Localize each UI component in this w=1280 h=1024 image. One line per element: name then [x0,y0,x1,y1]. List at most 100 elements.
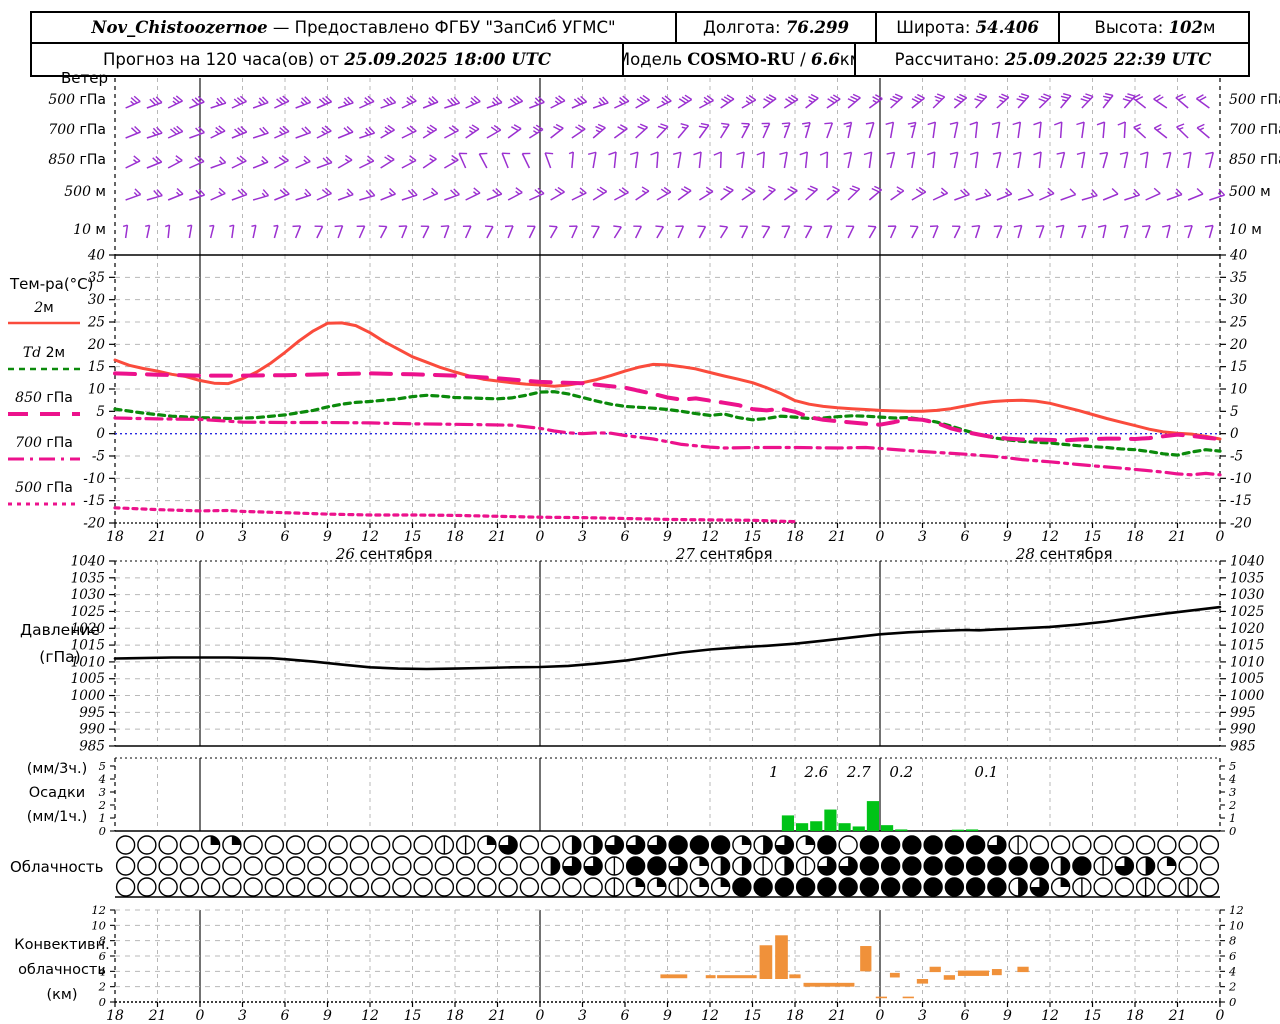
svg-text:20: 20 [87,337,106,353]
svg-text:12: 12 [91,903,106,917]
svg-text:5: 5 [1229,759,1236,773]
svg-text:1030: 1030 [1230,587,1265,603]
svg-text:40: 40 [87,248,106,264]
svg-text:700 гПа: 700 гПа [15,435,73,451]
svg-text:21: 21 [828,529,847,545]
svg-text:9: 9 [1003,529,1012,545]
svg-text:21: 21 [148,1008,167,1024]
svg-text:0: 0 [1216,529,1225,545]
svg-text:21: 21 [488,529,507,545]
svg-text:25: 25 [1229,315,1247,331]
svg-text:500 гПа: 500 гПа [48,92,106,108]
svg-text:2.7: 2.7 [846,763,871,781]
svg-text:5: 5 [1230,404,1239,420]
svg-text:30: 30 [1230,292,1248,308]
svg-text:15: 15 [404,529,422,545]
svg-text:0: 0 [99,824,106,838]
svg-text:35: 35 [1230,270,1247,286]
svg-text:21: 21 [1168,529,1187,545]
svg-text:1010: 1010 [1230,654,1265,670]
svg-text:Ветер: Ветер [61,69,108,87]
svg-text:6: 6 [1229,949,1236,963]
svg-text:500 гПа: 500 гПа [15,480,73,496]
svg-text:-15: -15 [1230,493,1252,509]
svg-text:500 м: 500 м [1229,184,1271,200]
svg-text:10 м: 10 м [73,222,106,238]
svg-text:0: 0 [1229,995,1236,1009]
svg-text:4: 4 [98,772,106,786]
svg-text:850 гПа: 850 гПа [1229,152,1280,168]
svg-text:18: 18 [446,1008,464,1024]
svg-text:15: 15 [404,1008,422,1024]
svg-text:10: 10 [91,918,106,932]
svg-text:1000: 1000 [1230,688,1265,704]
svg-text:10: 10 [88,382,106,398]
meteogram-page: Nov_Chistoozernoe — Предоставлено ФГБУ "… [0,0,1280,1024]
svg-text:990: 990 [1230,722,1256,738]
svg-text:0: 0 [876,1008,885,1024]
svg-text:Конвективн.: Конвективн. [14,937,109,953]
svg-text:40: 40 [1229,248,1248,264]
svg-text:1035: 1035 [1230,570,1264,586]
svg-text:3: 3 [1229,785,1236,799]
svg-text:3: 3 [578,1008,587,1024]
svg-text:9: 9 [323,529,332,545]
svg-text:0: 0 [536,1008,545,1024]
svg-text:27 сентября: 27 сентября [675,545,773,563]
svg-text:700 гПа: 700 гПа [1229,122,1280,138]
svg-text:995: 995 [1230,705,1256,721]
svg-text:6: 6 [281,529,290,545]
svg-text:1020: 1020 [1230,621,1265,637]
svg-text:18: 18 [786,1008,804,1024]
svg-text:(гПа): (гПа) [39,648,80,666]
wind-barbs-layer [122,92,1226,239]
svg-text:18: 18 [106,1008,124,1024]
svg-text:0: 0 [96,426,105,442]
svg-text:Облачность: Облачность [10,858,104,876]
svg-text:1025: 1025 [1230,604,1264,620]
svg-text:500 гПа: 500 гПа [1229,92,1280,108]
svg-text:Осадки: Осадки [29,785,85,801]
svg-text:3: 3 [918,1008,927,1024]
svg-text:2: 2 [1228,980,1236,994]
svg-text:3: 3 [99,785,106,799]
svg-text:1: 1 [99,811,106,825]
cloudiness-rows [115,835,1220,897]
svg-text:0: 0 [536,529,545,545]
svg-text:1005: 1005 [1230,671,1264,687]
svg-text:21: 21 [1168,1008,1187,1024]
svg-text:850 гПа: 850 гПа [15,390,73,406]
svg-text:-5: -5 [92,449,105,465]
svg-text:25: 25 [87,315,105,331]
svg-text:20: 20 [1229,337,1248,353]
svg-text:2.6: 2.6 [803,763,828,781]
cloud-row-1 [115,835,1220,855]
svg-text:9: 9 [663,529,672,545]
svg-text:6: 6 [281,1008,290,1024]
svg-text:1035: 1035 [71,570,105,586]
svg-text:0.2: 0.2 [889,763,913,781]
svg-text:10: 10 [1229,918,1244,932]
svg-text:0: 0 [876,529,885,545]
svg-text:12: 12 [361,529,379,545]
svg-text:2: 2 [1228,798,1236,812]
svg-text:18: 18 [1126,529,1144,545]
svg-text:-10: -10 [83,471,105,487]
precipitation-bars: 1 2.6 2.7 0.2 0.1 [769,763,998,831]
svg-text:0: 0 [196,529,205,545]
svg-text:12: 12 [1229,903,1244,917]
svg-text:облачность: облачность [18,962,106,978]
svg-text:3: 3 [238,1008,247,1024]
svg-text:15: 15 [1084,529,1102,545]
svg-text:5: 5 [96,404,105,420]
svg-text:12: 12 [1041,1008,1059,1024]
svg-text:15: 15 [88,359,105,375]
svg-text:6: 6 [621,529,630,545]
svg-text:18: 18 [446,529,464,545]
svg-text:15: 15 [1230,359,1247,375]
meteogram-plot: 40 4035 3530 3025 2520 2015 1510 105 50 0-5 -5-10-… [8,69,1280,1024]
svg-text:21: 21 [828,1008,847,1024]
svg-text:-20: -20 [1230,516,1252,532]
svg-text:18: 18 [106,529,124,545]
svg-text:-10: -10 [1230,471,1252,487]
